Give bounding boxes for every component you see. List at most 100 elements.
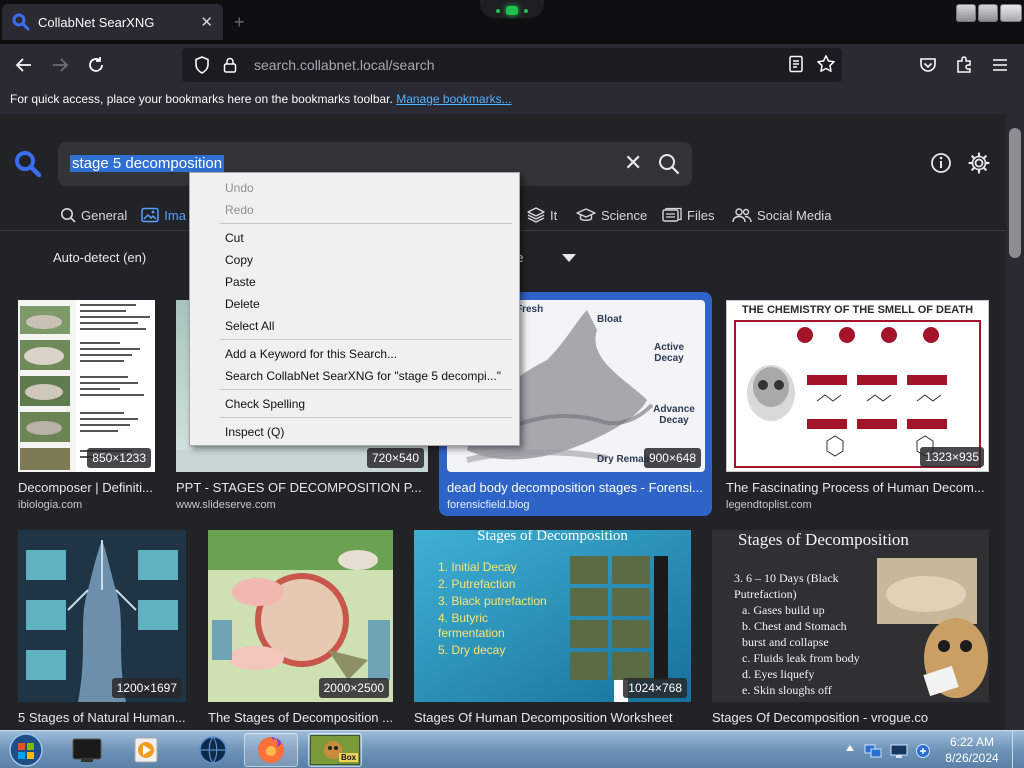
- thumbnail-list-item: 5. Dry decay: [438, 643, 506, 657]
- close-window-button[interactable]: [1000, 4, 1022, 22]
- language-filter[interactable]: Auto-detect (en): [53, 250, 146, 265]
- result-thumbnail[interactable]: THE CHEMISTRY OF THE SMELL OF DEATH 1323…: [726, 300, 989, 472]
- result-title[interactable]: dead body decomposition stages - Forensi…: [447, 480, 707, 495]
- chevron-down-icon[interactable]: [562, 254, 576, 262]
- search-input[interactable]: stage 5 decomposition: [70, 155, 225, 172]
- shield-icon[interactable]: [192, 55, 212, 75]
- info-icon[interactable]: [930, 152, 952, 179]
- tray-network-icon[interactable]: [864, 743, 882, 764]
- restore-window-button[interactable]: [978, 4, 998, 22]
- menu-item-check-spelling[interactable]: Check Spelling: [225, 397, 305, 411]
- start-button[interactable]: [6, 732, 46, 768]
- result-source: forensicfield.blog: [447, 499, 530, 511]
- searxng-favicon-icon: [12, 13, 30, 31]
- tab-social-media[interactable]: Social Media: [732, 204, 831, 226]
- tab-close-icon[interactable]: ✕: [200, 13, 213, 31]
- menu-item-cut[interactable]: Cut: [225, 231, 244, 245]
- result-thumbnail[interactable]: Stages of Decomposition 3. 6 – 10 Days (…: [712, 530, 989, 702]
- pocket-icon: [920, 58, 936, 72]
- result-thumbnail[interactable]: 2000×2500: [208, 530, 393, 702]
- result-title[interactable]: Decomposer | Definiti...: [18, 480, 158, 495]
- result-thumbnail[interactable]: Stages of Decomposition 1. Initial Decay…: [414, 530, 691, 702]
- image-result[interactable]: 850×1233 Decomposer | Definiti... ibiolo…: [18, 300, 158, 516]
- tray-display-icon[interactable]: [890, 743, 908, 764]
- menu-item-inspect[interactable]: Inspect (Q): [225, 425, 284, 439]
- new-tab-icon[interactable]: +: [234, 12, 245, 33]
- tab-it[interactable]: It: [527, 204, 557, 226]
- clear-search-icon[interactable]: ✕: [624, 150, 642, 176]
- minimize-window-button[interactable]: [956, 4, 976, 22]
- thumbnail-heading: Stages of Decomposition: [477, 530, 628, 544]
- navigation-bar: search.collabnet.local/search: [0, 44, 1024, 86]
- menu-item-redo[interactable]: Redo: [225, 203, 254, 217]
- scrollbar-thumb[interactable]: [1009, 128, 1021, 258]
- files-icon: [662, 207, 682, 222]
- taskbar-box-app[interactable]: Box: [308, 733, 362, 767]
- tab-strip: CollabNet SearXNG ✕ +: [0, 0, 1024, 44]
- tab-searxng[interactable]: CollabNet SearXNG ✕: [2, 4, 223, 40]
- thumbnail-list-item: e. Skin sloughs off: [742, 683, 832, 697]
- result-title[interactable]: Stages Of Human Decomposition Worksheet: [414, 710, 692, 725]
- pocket-button[interactable]: [916, 53, 940, 77]
- menu-item-search-for[interactable]: Search CollabNet SearXNG for "stage 5 de…: [225, 369, 501, 383]
- show-hidden-icons-icon[interactable]: [846, 745, 854, 751]
- result-thumbnail[interactable]: 1200×1697: [18, 530, 186, 702]
- box-app-icon: Box: [310, 735, 360, 765]
- taskbar-firefox[interactable]: [244, 733, 298, 767]
- back-button[interactable]: [12, 53, 36, 77]
- context-menu: Undo Redo Cut Copy Paste Delete Select A…: [189, 172, 520, 446]
- menu-item-undo[interactable]: Undo: [225, 181, 254, 195]
- windows-taskbar: Box 6:22 AM 8/26/2024: [0, 730, 1024, 768]
- result-thumbnail[interactable]: 850×1233: [18, 300, 155, 472]
- image-result[interactable]: 2000×2500 The Stages of Decomposition ..…: [208, 530, 394, 730]
- result-title[interactable]: The Stages of Decomposition ...: [208, 710, 394, 725]
- image-result[interactable]: Stages of Decomposition 1. Initial Decay…: [414, 530, 692, 730]
- menu-item-paste[interactable]: Paste: [225, 275, 256, 289]
- taskbar-clock[interactable]: 6:22 AM 8/26/2024: [940, 734, 1004, 766]
- tab-files[interactable]: Files: [662, 204, 714, 226]
- app-menu-button[interactable]: [988, 53, 1012, 77]
- thumbnail-label: Bloat: [597, 314, 622, 325]
- reader-view-icon[interactable]: [788, 55, 804, 78]
- taskbar-network[interactable]: [186, 733, 240, 767]
- result-title[interactable]: 5 Stages of Natural Human...: [18, 710, 188, 725]
- graduation-cap-icon: [576, 208, 596, 221]
- result-title[interactable]: Stages Of Decomposition - vrogue.co: [712, 710, 990, 725]
- reload-button[interactable]: [84, 53, 108, 77]
- search-submit-icon[interactable]: [658, 153, 680, 180]
- tab-images[interactable]: Ima: [141, 204, 186, 226]
- url-host: search.collabnet.local: [254, 57, 389, 73]
- forward-button[interactable]: [48, 53, 72, 77]
- menu-item-delete[interactable]: Delete: [225, 297, 260, 311]
- settings-gear-icon[interactable]: [968, 152, 990, 179]
- image-icon: [141, 207, 159, 223]
- bookmark-star-icon[interactable]: [816, 54, 836, 79]
- tray-volume-icon[interactable]: [914, 743, 932, 764]
- tab-science[interactable]: Science: [576, 204, 647, 226]
- manage-bookmarks-link[interactable]: Manage bookmarks...: [396, 92, 511, 106]
- windows-logo-icon: [9, 733, 43, 767]
- thumbnail-label: Fresh: [516, 304, 544, 315]
- thumbnail-heading: Stages of Decomposition: [738, 530, 909, 549]
- url-bar[interactable]: search.collabnet.local/search: [182, 48, 842, 82]
- image-result[interactable]: Stages of Decomposition 3. 6 – 10 Days (…: [712, 530, 990, 730]
- taskbar-media-player[interactable]: [120, 733, 174, 767]
- menu-separator: [220, 339, 512, 340]
- taskbar-explorer[interactable]: [60, 733, 114, 767]
- show-desktop-button[interactable]: [1012, 731, 1024, 768]
- extensions-button[interactable]: [952, 53, 976, 77]
- lock-icon[interactable]: [220, 55, 240, 75]
- result-title[interactable]: The Fascinating Process of Human Decom..…: [726, 480, 990, 495]
- menu-separator: [220, 417, 512, 418]
- menu-item-add-keyword[interactable]: Add a Keyword for this Search...: [225, 347, 397, 361]
- result-title[interactable]: PPT - STAGES OF DECOMPOSITION P...: [176, 480, 430, 495]
- menu-item-copy[interactable]: Copy: [225, 253, 253, 267]
- image-result[interactable]: 1200×1697 5 Stages of Natural Human...: [18, 530, 188, 730]
- menu-item-select-all[interactable]: Select All: [225, 319, 274, 333]
- searxng-logo-icon[interactable]: [14, 150, 42, 178]
- tab-general[interactable]: General: [60, 204, 127, 226]
- thumbnail-list-item: d. Eyes liquefy: [742, 667, 815, 681]
- clock-time: 6:22 AM: [949, 735, 995, 749]
- page-scrollbar[interactable]: [1006, 114, 1024, 730]
- image-result[interactable]: THE CHEMISTRY OF THE SMELL OF DEATH 1323…: [726, 300, 990, 516]
